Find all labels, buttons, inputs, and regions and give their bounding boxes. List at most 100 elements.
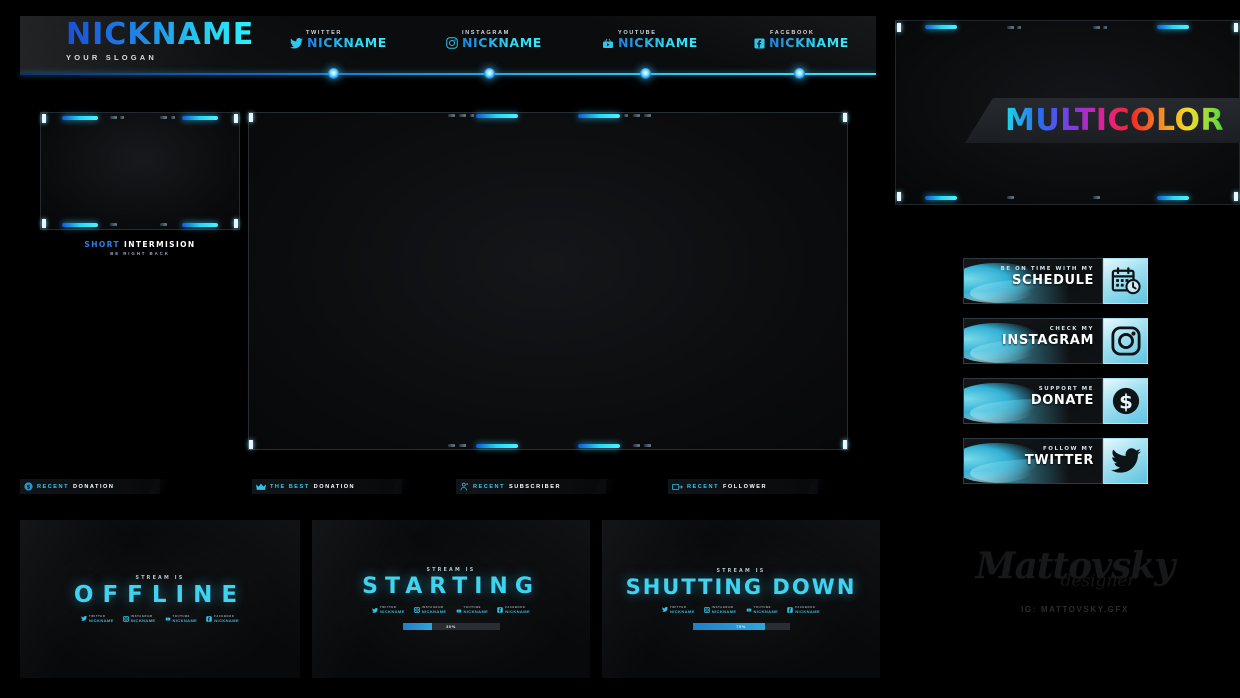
social-youtube[interactable]: YOUTUBE NICKNAME bbox=[602, 30, 698, 50]
alert-best-donation[interactable]: THE BEST DONATION bbox=[252, 479, 414, 494]
frame-dash bbox=[120, 116, 124, 119]
screen-content: STREAM IS STARTING TWITTER NICKNAME INSTA… bbox=[312, 520, 590, 678]
frame-dash bbox=[110, 116, 117, 119]
panel-body: CHECK MY INSTAGRAM bbox=[963, 318, 1103, 364]
alert-recent-subscriber[interactable]: RECENT SUBSCRIBER bbox=[456, 479, 618, 494]
logo: NICKNAME YOUR SLOGAN bbox=[66, 20, 254, 63]
frame-accent-bar bbox=[62, 116, 98, 120]
progress-percent: 30% bbox=[446, 624, 456, 629]
frame-dash bbox=[1007, 196, 1014, 199]
screen-social-nick: NICKNAME bbox=[379, 609, 405, 614]
frame-corner bbox=[42, 114, 46, 123]
social-twitter[interactable]: TWITTER NICKNAME bbox=[290, 30, 387, 50]
frame-accent-bar bbox=[182, 223, 218, 227]
header-banner: NICKNAME YOUR SLOGAN TWITTER NICKNAME IN… bbox=[20, 16, 876, 74]
alert-recent-follower[interactable]: RECENT FOLLOWER bbox=[668, 479, 830, 494]
screen-social-youtube[interactable]: YOUTUBE NICKNAME bbox=[456, 606, 489, 614]
panel-small-label: FOLLOW MY bbox=[1042, 446, 1094, 452]
alert-label-1: RECENT bbox=[37, 483, 69, 490]
twitter-icon bbox=[290, 37, 303, 49]
intermission-subtitle: BE RIGHT BACK bbox=[110, 251, 170, 256]
panel-twitter[interactable]: FOLLOW MY TWITTER bbox=[963, 438, 1148, 484]
social-instagram[interactable]: INSTAGRAM NICKNAME bbox=[446, 30, 542, 50]
frame-accent-bar bbox=[182, 116, 218, 120]
screen-social-youtube[interactable]: YOUTUBE NICKNAME bbox=[165, 615, 198, 623]
screen-socials: TWITTER NICKNAME INSTAGRAM NICKNAME YOUTUB… bbox=[80, 615, 239, 623]
screen-social-facebook[interactable]: FACEBOOK NICKNAME bbox=[787, 606, 820, 614]
intermission-title-a: SHORT bbox=[84, 240, 120, 249]
alert-recent-donation[interactable]: $ RECENT DONATION bbox=[20, 479, 172, 494]
divider-node bbox=[484, 68, 495, 79]
frame-accent-bar bbox=[476, 444, 518, 448]
screen-social-nick: NICKNAME bbox=[130, 617, 156, 623]
frame-accent-bar bbox=[925, 196, 957, 200]
calendar-clock-icon bbox=[1111, 267, 1141, 295]
panel-big-label: DONATE bbox=[1030, 393, 1094, 408]
screen-social-instagram[interactable]: INSTAGRAM NICKNAME bbox=[413, 606, 447, 614]
instagram-icon bbox=[446, 37, 458, 49]
alert-label-1: THE BEST bbox=[270, 483, 310, 490]
screen-social-instagram[interactable]: INSTAGRAM NICKNAME bbox=[703, 606, 737, 614]
screen-social-youtube[interactable]: YOUTUBE NICKNAME bbox=[746, 606, 779, 614]
youtube-icon bbox=[456, 609, 461, 613]
watermark-instagram-handle: IG: MATTOVSKY.GFX bbox=[1021, 605, 1129, 614]
frame-corner bbox=[843, 113, 847, 122]
screen-small-label: STREAM IS bbox=[426, 568, 476, 573]
instagram-icon bbox=[413, 607, 420, 613]
youtube-icon bbox=[603, 38, 613, 48]
twitter-icon bbox=[80, 616, 87, 621]
frame-dash bbox=[459, 114, 466, 117]
panel-icon-box bbox=[1103, 318, 1148, 364]
multicolor-title: MULTICOLOR bbox=[1005, 103, 1225, 138]
header-divider bbox=[20, 68, 876, 79]
logo-slogan: YOUR SLOGAN bbox=[66, 53, 158, 62]
social-nick: NICKNAME bbox=[307, 35, 387, 50]
panel-big-label: TWITTER bbox=[1024, 453, 1094, 468]
screen-social-instagram[interactable]: INSTAGRAM NICKNAME bbox=[122, 615, 156, 623]
frame-dash bbox=[644, 444, 651, 447]
panel-donate[interactable]: SUPPORT ME DONATE $ bbox=[963, 378, 1148, 424]
twitter-icon bbox=[661, 607, 668, 612]
panel-instagram[interactable]: CHECK MY INSTAGRAM bbox=[963, 318, 1148, 364]
dollar-circle-icon: $ bbox=[24, 482, 33, 491]
multicolor-panel: MULTICOLOR bbox=[895, 20, 1240, 205]
panel-body: BE ON TIME WITH MY SCHEDULE bbox=[963, 258, 1103, 304]
youtube-icon bbox=[746, 608, 751, 612]
frame-corner bbox=[249, 440, 253, 449]
watermark: Mattovsky designer IG: MATTOVSKY.GFX bbox=[960, 548, 1190, 643]
stream-screen bbox=[248, 112, 848, 450]
screen-social-twitter[interactable]: TWITTER NICKNAME bbox=[661, 606, 695, 614]
alert-label-2: SUBSCRIBER bbox=[509, 483, 561, 490]
alert-label-2: DONATION bbox=[313, 483, 356, 490]
frame-accent-bar bbox=[1157, 196, 1189, 200]
screen-social-twitter[interactable]: TWITTER NICKNAME bbox=[80, 615, 114, 623]
social-facebook[interactable]: FACEBOOK NICKNAME bbox=[754, 30, 849, 50]
panel-big-label: SCHEDULE bbox=[1012, 273, 1094, 288]
screen-social-nick: NICKNAME bbox=[505, 609, 531, 614]
frame-dash bbox=[1093, 196, 1100, 199]
screen-social-twitter[interactable]: TWITTER NICKNAME bbox=[371, 606, 405, 614]
screen-social-facebook[interactable]: FACEBOOK NICKNAME bbox=[206, 615, 239, 623]
progress-bar: 30% bbox=[402, 623, 500, 630]
alert-skew bbox=[806, 479, 830, 494]
twitter-icon bbox=[371, 607, 378, 613]
frame-corner bbox=[897, 192, 901, 201]
screen-social-facebook[interactable]: FACEBOOK NICKNAME bbox=[497, 606, 530, 614]
frame-corner bbox=[1234, 23, 1238, 32]
screen-content: STREAM IS SHUTTING DOWN TWITTER NICKNAME … bbox=[602, 520, 880, 678]
frame-dash bbox=[1007, 26, 1014, 29]
panel-schedule[interactable]: BE ON TIME WITH MY SCHEDULE bbox=[963, 258, 1148, 304]
screen-small-label: STREAM IS bbox=[716, 568, 766, 574]
webcam-overlay: SHORT INTERMISION BE RIGHT BACK bbox=[40, 112, 240, 450]
header-socials: TWITTER NICKNAME INSTAGRAM NICKNAME YOUT… bbox=[290, 22, 870, 62]
frame-dash bbox=[644, 114, 651, 117]
panel-icon-box bbox=[1103, 258, 1148, 304]
frame-accent-bar bbox=[578, 114, 620, 118]
intermission-title-b: INTERMISION bbox=[124, 240, 196, 249]
screen-social-nick: NICKNAME bbox=[795, 608, 821, 614]
frame-dash bbox=[470, 114, 474, 117]
frame-dash bbox=[110, 223, 117, 226]
facebook-icon bbox=[497, 607, 504, 613]
panel-icon-box: $ bbox=[1103, 378, 1148, 424]
social-nick: NICKNAME bbox=[769, 35, 849, 50]
